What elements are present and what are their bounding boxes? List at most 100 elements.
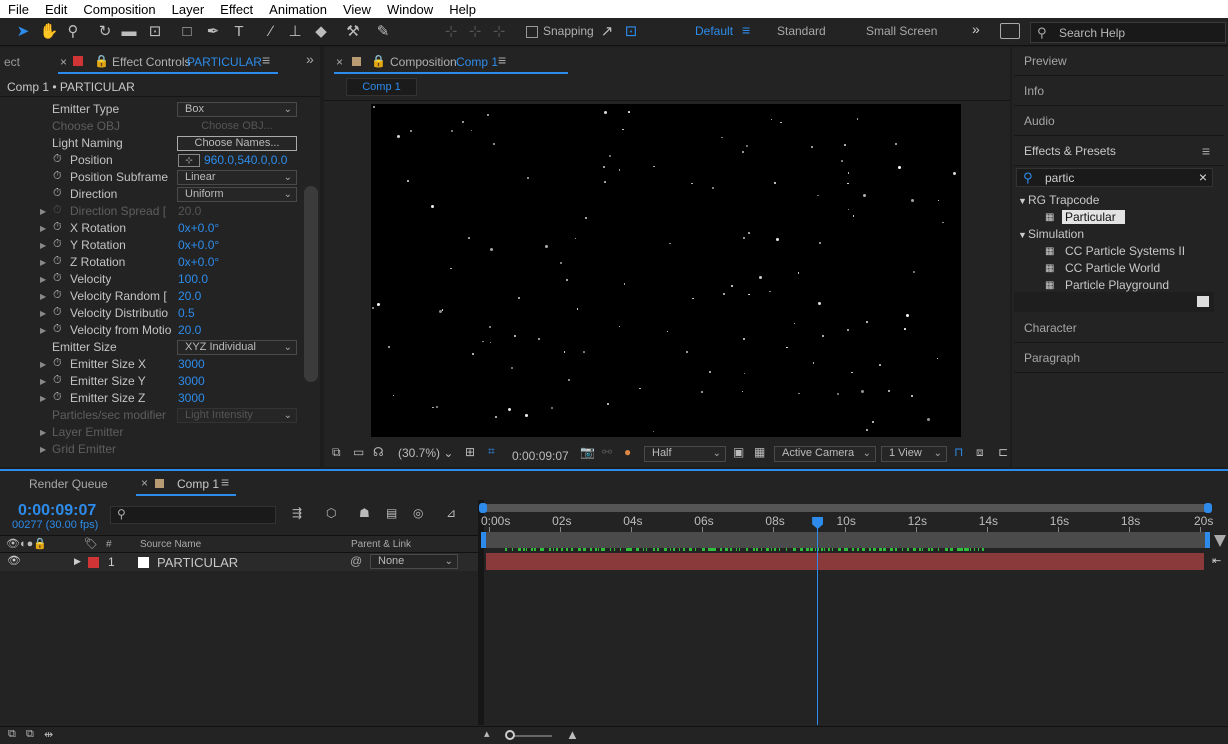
brush-tool-icon[interactable]: ∕ [260, 21, 282, 43]
hand-tool-icon[interactable]: ✋ [38, 21, 60, 43]
expand-triangle-icon[interactable]: ▶ [40, 207, 46, 216]
value-emitter-size-x[interactable]: 3000 [178, 356, 205, 373]
pan-behind-tool-icon[interactable]: ⊡ [144, 21, 166, 43]
expand-triangle-icon[interactable]: ▶ [40, 309, 46, 318]
composition-tab[interactable]: Composition [390, 55, 457, 69]
camera-select[interactable]: Active Camera ⌄ [774, 446, 876, 462]
motion-blur-icon[interactable]: ◎ [413, 506, 423, 520]
more-workspaces-icon[interactable]: » [972, 21, 980, 37]
fit-icon[interactable]: ⊞ [465, 445, 475, 459]
layer-duration-bar[interactable] [486, 553, 1204, 570]
paragraph-panel-header[interactable]: Paragraph [1014, 344, 1224, 373]
value-y-rotation[interactable]: 0x+0.0° [178, 237, 219, 254]
expand-triangle-icon[interactable]: ▼ [1018, 230, 1027, 240]
parent-select[interactable]: None ⌄ [370, 554, 458, 569]
clear-search-icon[interactable]: × [1199, 169, 1207, 185]
menu-effect[interactable]: Effect [212, 2, 261, 17]
pen-tool-icon[interactable]: ✒ [202, 21, 224, 43]
eraser-tool-icon[interactable]: ◆ [310, 21, 332, 43]
info-panel-header[interactable]: Info [1014, 77, 1224, 106]
in-point-marker[interactable] [481, 532, 486, 548]
value-velocity[interactable]: 100.0 [178, 271, 208, 288]
monitor-icon[interactable]: ▭ [353, 445, 364, 459]
magnification-select[interactable]: (30.7%) ⌄ [398, 446, 453, 460]
panel-menu-icon[interactable]: ≡ [262, 52, 270, 68]
menu-view[interactable]: View [335, 2, 379, 17]
menu-composition[interactable]: Composition [75, 2, 163, 17]
button-light-naming[interactable]: Choose Names... [177, 136, 297, 151]
transfer-controls-icon[interactable]: ⧉ [26, 728, 34, 741]
effect-group-simulation[interactable]: Simulation [1028, 227, 1084, 241]
effects-menu-icon[interactable]: ≡ [1202, 137, 1210, 166]
snap-grid-icon[interactable]: ⊡ [620, 21, 642, 43]
fast-preview-icon[interactable]: ⧈ [976, 445, 984, 460]
menu-edit[interactable]: Edit [37, 2, 75, 17]
draft-3d-toggle-icon[interactable]: ⬡ [326, 506, 336, 520]
character-panel-header[interactable]: Character [1014, 314, 1224, 343]
stopwatch-icon[interactable]: ⏱ [53, 357, 62, 370]
expand-triangle-icon[interactable]: ▶ [40, 292, 46, 301]
snapping-checkbox[interactable] [526, 26, 538, 38]
stopwatch-icon[interactable]: ⏱ [53, 153, 62, 166]
search-help-box[interactable]: ⚲ Search Help [1030, 22, 1226, 43]
views-select[interactable]: 1 View ⌄ [881, 446, 947, 462]
expand-triangle-icon[interactable]: ▶ [40, 326, 46, 335]
preview-panel-header[interactable]: Preview [1014, 47, 1224, 76]
value-x-rotation[interactable]: 0x+0.0° [178, 220, 219, 237]
menu-layer[interactable]: Layer [164, 2, 213, 17]
zoom-out-icon[interactable]: ▴ [484, 727, 490, 740]
value-position[interactable]: 960.0,540.0,0.0 [204, 152, 287, 169]
workspace-default[interactable]: Default [695, 24, 733, 38]
out-point-marker[interactable] [1205, 532, 1210, 548]
stopwatch-icon[interactable]: ⏱ [53, 272, 62, 285]
resolution-select[interactable]: Half ⌄ [644, 446, 726, 462]
effect-controls-tab[interactable]: Effect Controls [112, 55, 190, 69]
effects-search-field[interactable]: ⚲ partic × [1016, 168, 1213, 187]
camera-tool-icon[interactable]: ▬ [118, 21, 140, 43]
source-name-column[interactable]: Source Name [140, 539, 201, 550]
menu-file[interactable]: File [0, 2, 37, 17]
value-emitter-size-z[interactable]: 3000 [178, 390, 205, 407]
graph-editor-icon[interactable]: ⊿ [446, 506, 456, 520]
cut-tab-label[interactable]: ect [4, 55, 20, 69]
comp-lock-icon[interactable]: 🔒 [371, 54, 386, 68]
stopwatch-icon[interactable]: ⏱ [53, 221, 62, 234]
workspace-standard[interactable]: Standard [777, 24, 826, 38]
effect-controls-layer-name[interactable]: PARTICULAR [187, 55, 262, 69]
expand-triangle-icon[interactable]: ▼ [1018, 196, 1027, 206]
roto-brush-tool-icon[interactable]: ⚒ [342, 21, 364, 43]
in-out-columns-icon[interactable]: ⇹ [44, 728, 53, 741]
zoom-slider-thumb[interactable] [505, 730, 515, 740]
zoom-in-icon[interactable]: ▲ [566, 727, 579, 742]
layer-switches-icon[interactable]: ⧉ [8, 728, 16, 741]
workspace-menu-icon[interactable]: ≡ [742, 22, 750, 38]
comp-flowchart-tab[interactable]: Comp 1 [346, 78, 417, 96]
parent-link-column[interactable]: Parent & Link [351, 539, 411, 550]
sync-settings-icon[interactable] [1000, 23, 1020, 39]
snapshot-camera-icon[interactable]: 📷 [580, 445, 595, 459]
mask-visibility-icon[interactable]: ☊ [373, 445, 384, 459]
transparency-grid-icon[interactable]: ▦ [754, 445, 765, 459]
work-area-bar[interactable] [484, 504, 1209, 512]
zoom-tool-icon[interactable]: ⚲ [62, 21, 84, 43]
select-emitter-type[interactable]: Box ⌄ [177, 102, 297, 117]
effects-presets-header[interactable]: Effects & Presets ≡ [1014, 137, 1224, 166]
value-velocity-from-motio[interactable]: 20.0 [178, 322, 201, 339]
selection-tool-icon[interactable]: ➤ [12, 21, 34, 43]
text-tool-icon[interactable]: T [228, 21, 250, 43]
expand-triangle-icon[interactable]: ▶ [40, 258, 46, 267]
shy-layers-icon[interactable]: ☗ [359, 506, 370, 520]
composition-tab-name[interactable]: Comp 1 [456, 55, 498, 69]
stopwatch-icon[interactable]: ⏱ [53, 289, 62, 302]
render-queue-tab[interactable]: Render Queue [29, 477, 108, 491]
viewer-timecode[interactable]: 0:00:09:07 [512, 449, 569, 463]
menu-animation[interactable]: Animation [261, 2, 335, 17]
comp-mini-flowchart-icon[interactable]: ⇶ [292, 506, 302, 520]
select-direction[interactable]: Uniform ⌄ [177, 187, 297, 202]
always-preview-icon[interactable]: ⧉ [332, 445, 341, 460]
stopwatch-icon[interactable]: ⏱ [53, 391, 62, 404]
effect-item-particle-playground[interactable]: Particle Playground [1065, 278, 1169, 292]
value-velocity-random[interactable]: 20.0 [178, 288, 201, 305]
expand-layer-icon[interactable]: ▶ [74, 556, 81, 567]
crosshair-icon[interactable]: ⊹ [178, 154, 200, 167]
